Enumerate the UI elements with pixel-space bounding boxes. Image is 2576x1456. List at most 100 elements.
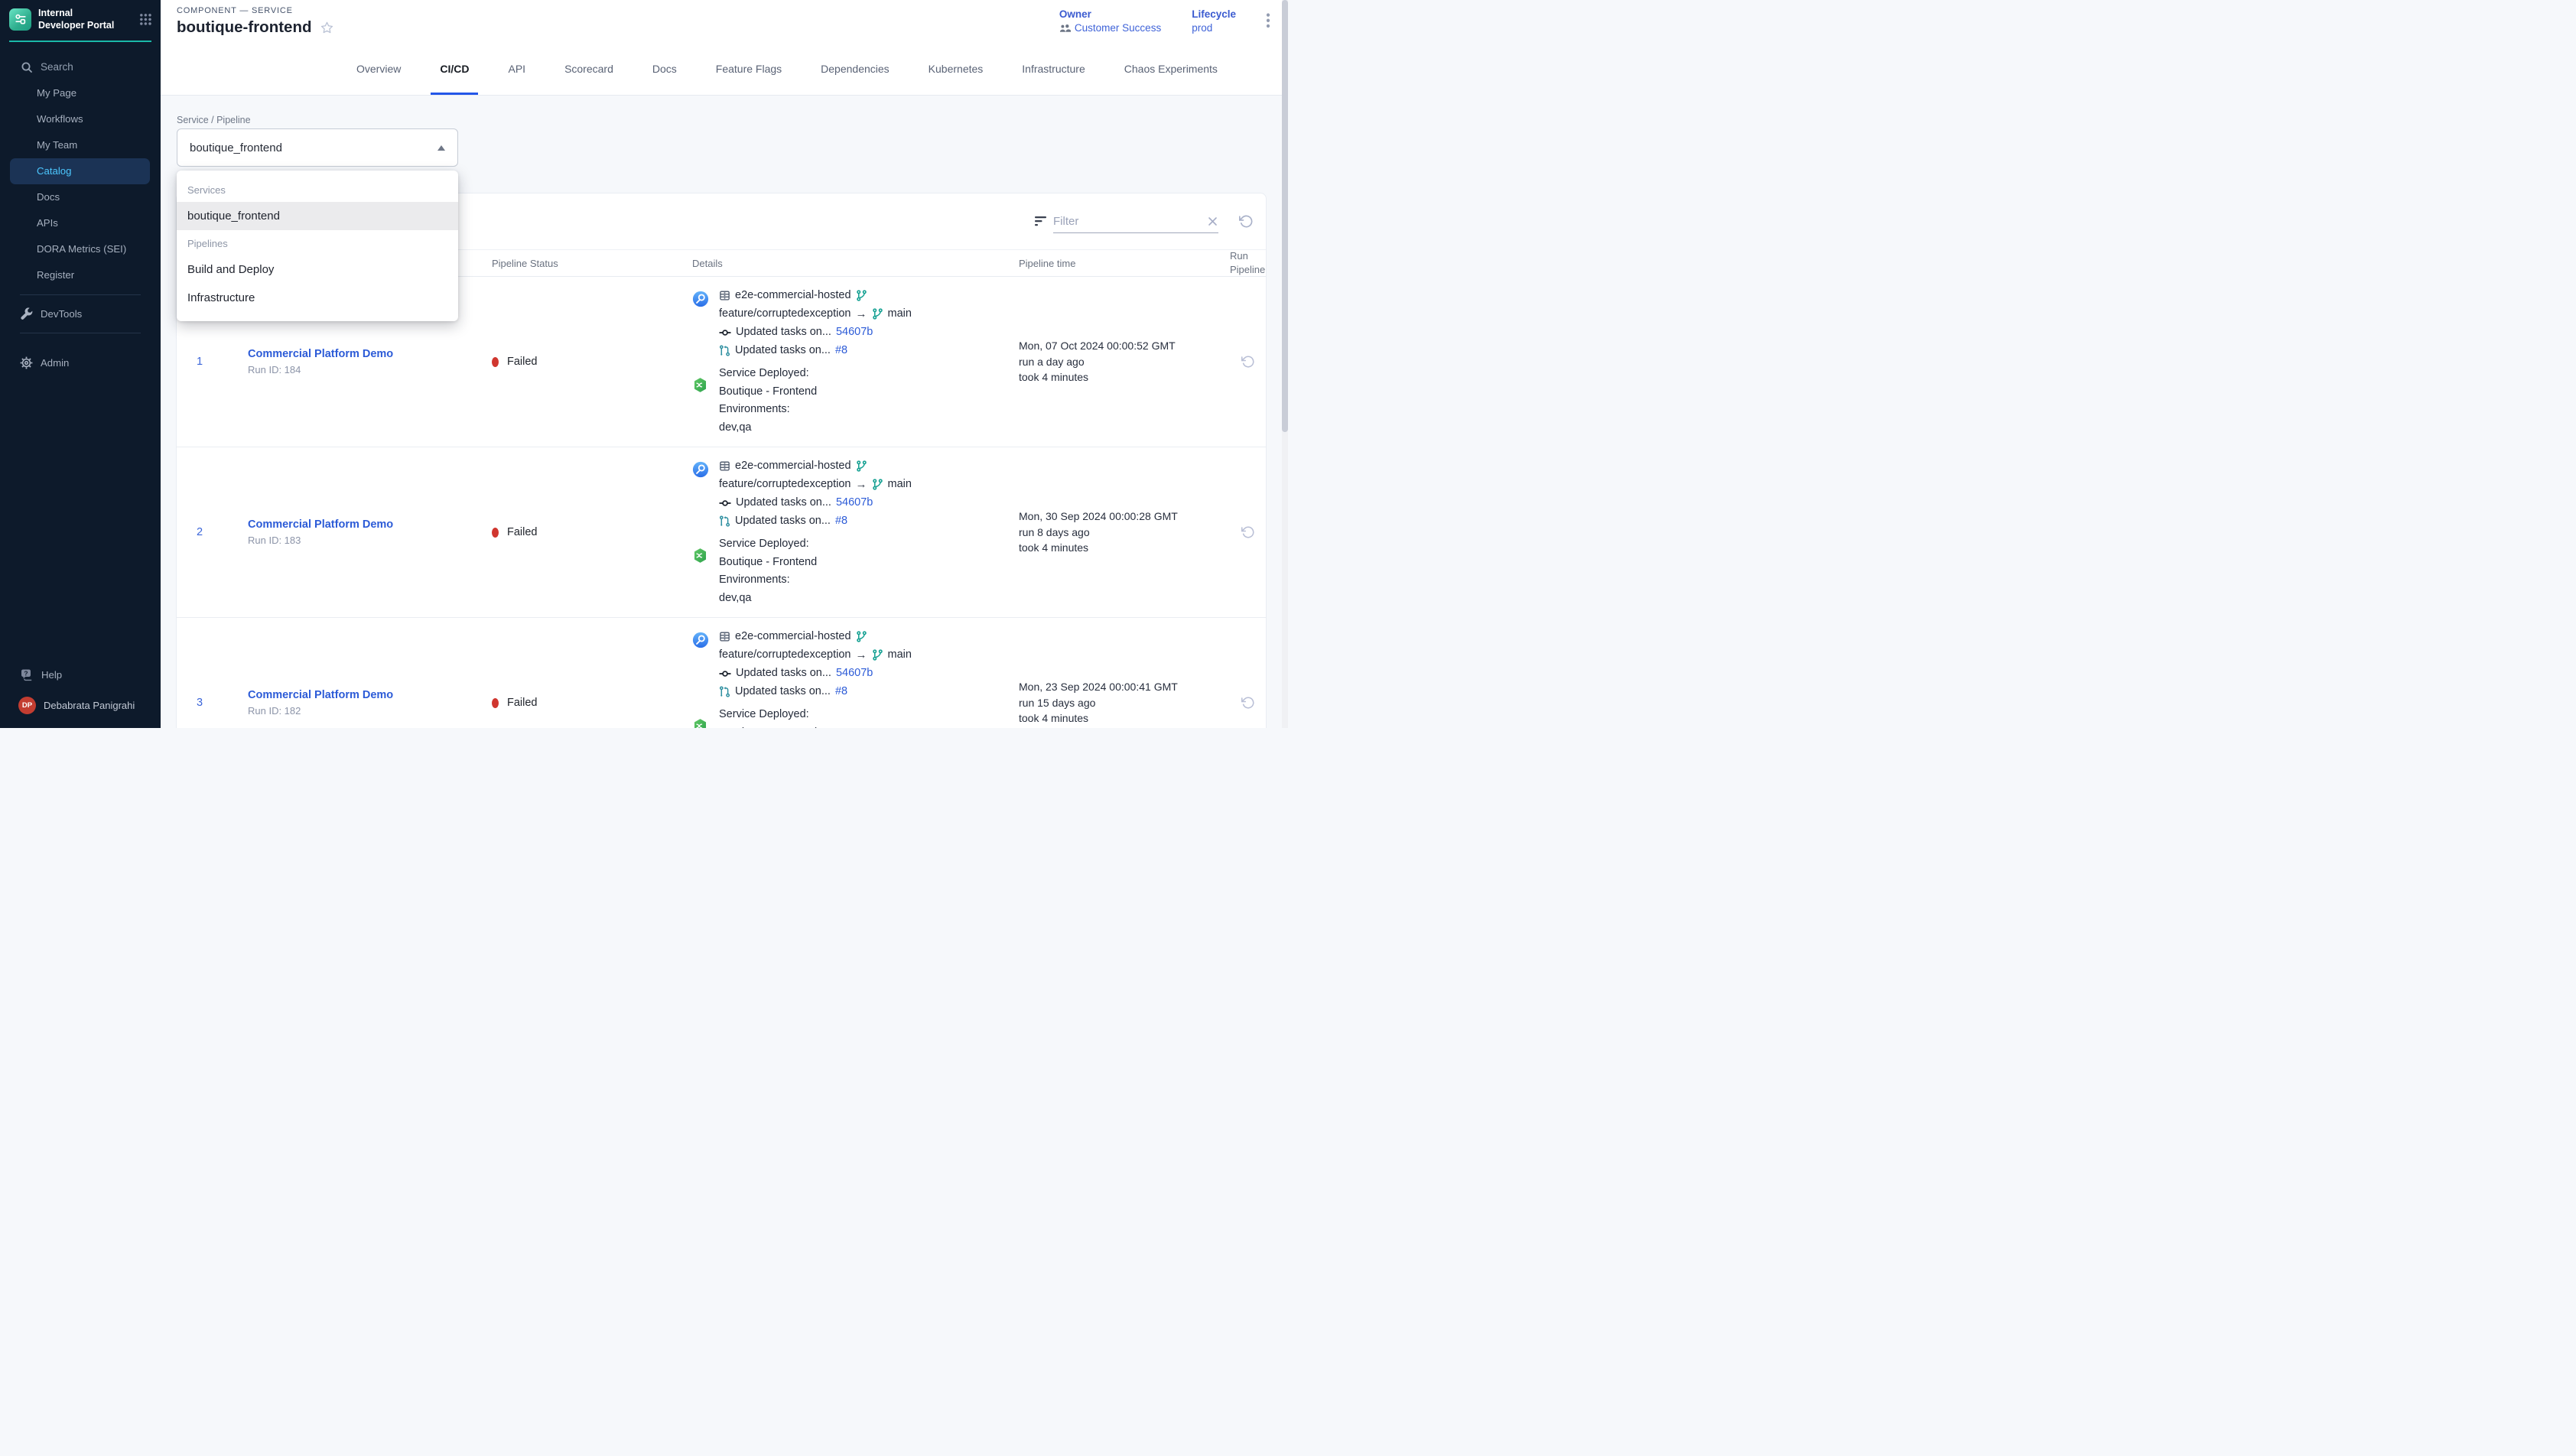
repository-icon (719, 631, 730, 642)
entity-title-block: COMPONENT — SERVICE boutique-frontend (177, 6, 334, 37)
tab-api[interactable]: API (499, 44, 535, 95)
filter-box: Filter (1035, 210, 1218, 233)
chevron-up-icon (437, 145, 445, 151)
sidebar-item-docs[interactable]: Docs (0, 184, 161, 210)
filter-placeholder: Filter (1053, 215, 1078, 228)
pipeline-link[interactable]: Commercial Platform Demo (248, 518, 483, 531)
target-branch[interactable]: main (888, 305, 912, 323)
ci-detail-group: e2e-commercial-hosted feature/corruptede… (692, 457, 1010, 530)
pipeline-picker-select[interactable]: boutique_frontend (177, 128, 458, 167)
rerun-pipeline-icon[interactable] (1241, 696, 1255, 710)
sidebar-item-search[interactable]: Search (0, 54, 161, 80)
tab-scorecard[interactable]: Scorecard (555, 44, 623, 95)
run-date: Mon, 23 Sep 2024 00:00:41 GMT (1019, 679, 1225, 695)
sidebar-item-dora-metrics[interactable]: DORA Metrics (SEI) (0, 236, 161, 262)
cd-detail-group: Service Deployed: Boutique - Frontend En… (692, 365, 1010, 437)
repo-name[interactable]: e2e-commercial-hosted (735, 628, 851, 646)
sidebar-item-admin[interactable]: Admin (0, 350, 161, 375)
pipeline-picker-value: boutique_frontend (190, 141, 282, 154)
tab-overview[interactable]: Overview (347, 44, 410, 95)
rerun-pipeline-icon[interactable] (1241, 525, 1255, 539)
svg-text:?: ? (24, 669, 28, 677)
pr-link[interactable]: #8 (835, 342, 847, 360)
app-logo-icon (9, 8, 31, 31)
menu-option-infrastructure[interactable]: Infrastructure (177, 284, 458, 312)
sidebar-item-apis[interactable]: APIs (0, 210, 161, 236)
ci-stage-icon (692, 291, 709, 359)
app-switcher-grid-icon[interactable] (139, 13, 151, 25)
run-id: Run ID: 184 (248, 364, 483, 375)
sidebar-item-catalog[interactable]: Catalog (10, 158, 150, 184)
status-text: Failed (507, 526, 538, 538)
scrollbar-thumb[interactable] (1282, 0, 1288, 432)
commit-link[interactable]: 54607b (836, 494, 873, 512)
kebab-menu-icon[interactable] (1267, 12, 1270, 28)
commit-icon (719, 327, 731, 339)
user-name: Debabrata Panigrahi (44, 700, 135, 711)
run-ago: run 8 days ago (1019, 525, 1225, 541)
branch-icon (872, 479, 883, 490)
target-branch[interactable]: main (888, 476, 912, 494)
repo-name[interactable]: e2e-commercial-hosted (735, 287, 851, 305)
status-cell: Failed (483, 356, 666, 368)
tab-chaos-experiments[interactable]: Chaos Experiments (1115, 44, 1227, 95)
clear-filter-icon[interactable] (1207, 216, 1218, 227)
pipeline-link[interactable]: Commercial Platform Demo (248, 689, 483, 701)
user-menu[interactable]: DP Debabrata Panigrahi (0, 687, 161, 723)
tab-kubernetes[interactable]: Kubernetes (919, 44, 993, 95)
source-branch[interactable]: feature/corruptedexception (719, 476, 851, 494)
environments-value: dev,qa (719, 419, 817, 437)
source-branch[interactable]: feature/corruptedexception (719, 646, 851, 665)
menu-option-boutique-frontend[interactable]: boutique_frontend (177, 202, 458, 230)
sidebar-item-my-team[interactable]: My Team (0, 132, 161, 158)
refresh-icon[interactable] (1239, 214, 1254, 229)
menu-group-services: Services (177, 177, 458, 202)
status-text: Failed (507, 697, 538, 709)
sidebar-item-register[interactable]: Register (0, 262, 161, 288)
tab-infrastructure[interactable]: Infrastructure (1013, 44, 1094, 95)
menu-group-pipelines: Pipelines (177, 230, 458, 255)
arrow-right-icon (856, 646, 867, 665)
sidebar-item-my-page[interactable]: My Page (0, 80, 161, 106)
filter-input[interactable]: Filter (1053, 210, 1218, 233)
status-cell: Failed (483, 697, 666, 709)
run-index: 1 (177, 356, 223, 368)
run-index: 2 (177, 526, 223, 538)
scrollbar-track[interactable] (1282, 0, 1288, 728)
sidebar-item-workflows[interactable]: Workflows (0, 106, 161, 132)
commit-message: Updated tasks on... (736, 665, 831, 683)
col-header-time: Pipeline time (1010, 258, 1225, 269)
run-duration: took 4 minutes (1019, 369, 1225, 385)
target-branch[interactable]: main (888, 646, 912, 665)
pipeline-picker-menu: Services boutique_frontend Pipelines Bui… (177, 171, 458, 321)
source-branch[interactable]: feature/corruptedexception (719, 305, 851, 323)
pr-link[interactable]: #8 (835, 512, 847, 531)
tab-dependencies[interactable]: Dependencies (812, 44, 899, 95)
tab-docs[interactable]: Docs (643, 44, 686, 95)
run-pipeline-cell: Commercial Platform Demo Run ID: 182 (223, 689, 483, 717)
sidebar-item-help[interactable]: ? Help (0, 661, 161, 687)
pipeline-link[interactable]: Commercial Platform Demo (248, 348, 483, 360)
favorite-star-icon[interactable] (320, 21, 334, 35)
run-index: 3 (177, 697, 223, 709)
tab-feature-flags[interactable]: Feature Flags (707, 44, 791, 95)
repo-name[interactable]: e2e-commercial-hosted (735, 457, 851, 476)
deploy-service: Boutique - Frontend (719, 383, 817, 401)
tab-cicd[interactable]: CI/CD (431, 44, 478, 95)
run-pipeline-cell: Commercial Platform Demo Run ID: 184 (223, 348, 483, 375)
entity-header: COMPONENT — SERVICE boutique-frontend Ow… (161, 0, 1288, 44)
sidebar-item-devtools[interactable]: DevTools (0, 301, 161, 327)
pr-link[interactable]: #8 (835, 683, 847, 701)
ci-stage-icon (692, 632, 709, 700)
commit-link[interactable]: 54607b (836, 323, 873, 342)
sidebar-bottom: ? Help DP Debabrata Panigrahi (0, 661, 161, 728)
rerun-pipeline-icon[interactable] (1241, 355, 1255, 369)
search-icon (21, 61, 33, 73)
owner-link[interactable]: Customer Success (1059, 21, 1161, 35)
owner-block: Owner Customer Success (1059, 8, 1161, 35)
lifecycle-label: Lifecycle (1192, 8, 1236, 21)
branch-icon (872, 308, 883, 320)
app-window: Internal Developer Portal Search My Page… (0, 0, 1288, 728)
menu-option-build-and-deploy[interactable]: Build and Deploy (177, 255, 458, 284)
commit-link[interactable]: 54607b (836, 665, 873, 683)
